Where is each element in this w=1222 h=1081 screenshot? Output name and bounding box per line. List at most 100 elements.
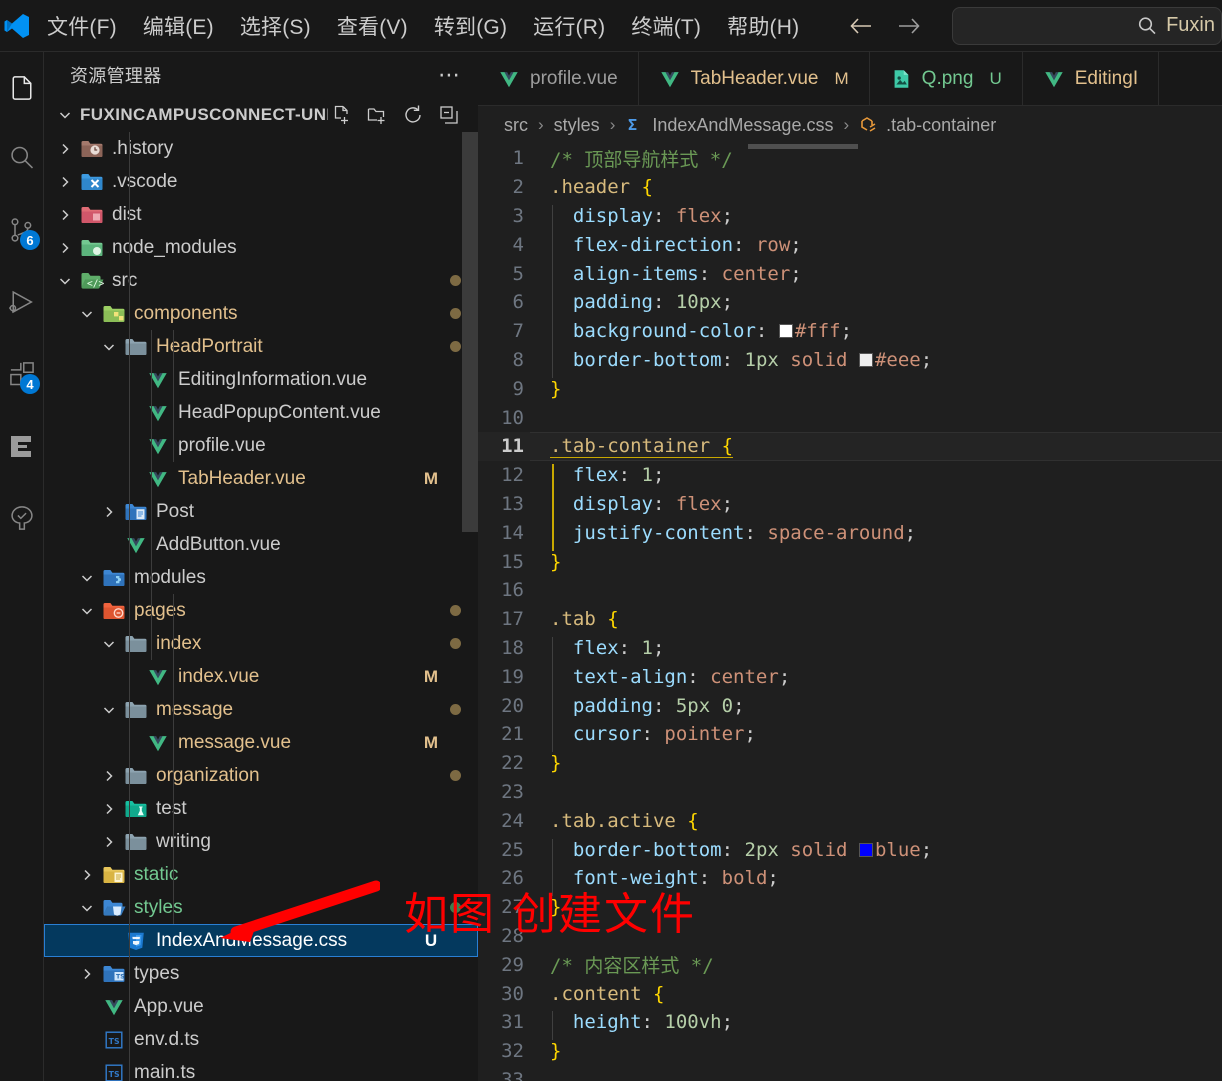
- chevron-right-icon[interactable]: [96, 504, 122, 520]
- menu-edit[interactable]: 编辑(E): [130, 5, 227, 47]
- editor-tab-label: TabHeader.vue: [690, 67, 819, 89]
- code-line: 22}: [478, 749, 1222, 778]
- editor-tab[interactable]: TabHeader.vue M: [638, 52, 870, 105]
- activity-item-extensions[interactable]: 4: [0, 346, 44, 402]
- code-line-text: /* 顶部导航样式 */: [550, 148, 733, 171]
- chevron-right-icon[interactable]: [96, 801, 122, 817]
- tree-folder-row[interactable]: static: [44, 858, 478, 891]
- tree-folder-row[interactable]: node_modules: [44, 231, 478, 264]
- menu-file[interactable]: 文件(F): [34, 5, 130, 47]
- tree-file-row[interactable]: HeadPopupContent.vue: [44, 396, 478, 429]
- folder-history-icon: [78, 138, 106, 160]
- collapse-all-icon[interactable]: [438, 104, 460, 126]
- activity-item-source-control[interactable]: 6: [0, 202, 44, 258]
- tree-folder-row[interactable]: </> src: [44, 264, 478, 297]
- activity-item-gitlens[interactable]: [0, 418, 44, 474]
- tree-item-label: profile.vue: [178, 434, 266, 456]
- arrow-left-icon[interactable]: [846, 11, 876, 41]
- chevron-right-icon[interactable]: [96, 768, 122, 784]
- breadcrumb-item-styles[interactable]: styles: [554, 115, 600, 136]
- tree-folder-row[interactable]: test: [44, 792, 478, 825]
- activity-item-testing[interactable]: [0, 490, 44, 546]
- chevron-right-icon[interactable]: [52, 174, 78, 190]
- activity-item-run-and-debug[interactable]: [0, 274, 44, 330]
- breadcrumb-item-src[interactable]: src: [504, 115, 528, 136]
- tree-item-label: index.vue: [178, 665, 260, 687]
- chevron-down-icon[interactable]: [74, 900, 100, 916]
- navigation-arrows: [846, 11, 924, 41]
- editor-tab[interactable]: profile.vue: [478, 52, 639, 105]
- chevron-right-icon[interactable]: [74, 966, 100, 982]
- menu-help[interactable]: 帮助(H): [714, 5, 812, 47]
- tree-folder-row[interactable]: message: [44, 693, 478, 726]
- tree-folder-row[interactable]: Post: [44, 495, 478, 528]
- menu-go[interactable]: 转到(G): [421, 5, 520, 47]
- tree-file-row[interactable]: message.vue M: [44, 726, 478, 759]
- tree-folder-row[interactable]: TS types: [44, 957, 478, 990]
- new-file-icon[interactable]: [330, 104, 352, 126]
- breadcrumb-label: IndexAndMessage.css: [652, 114, 834, 135]
- chevron-right-icon[interactable]: [52, 141, 78, 157]
- new-folder-icon[interactable]: [366, 104, 388, 126]
- chevron-down-icon[interactable]: [96, 636, 122, 652]
- tree-folder-row[interactable]: pages: [44, 594, 478, 627]
- chevron-down-icon[interactable]: [74, 603, 100, 619]
- editor-tab[interactable]: Q.png U: [869, 52, 1023, 105]
- chevron-right-icon[interactable]: [52, 240, 78, 256]
- chevron-right-icon[interactable]: [96, 834, 122, 850]
- chevron-down-icon[interactable]: [52, 273, 78, 289]
- tree-item-label: types: [134, 962, 180, 984]
- ellipsis-icon[interactable]: ⋯: [438, 64, 462, 86]
- code-line: 6 padding: 10px;: [478, 288, 1222, 321]
- tree-folder-row[interactable]: .history: [44, 132, 478, 165]
- editor-tab[interactable]: EditingI: [1022, 52, 1160, 105]
- arrow-right-icon[interactable]: [894, 11, 924, 41]
- tree-folder-row[interactable]: organization: [44, 759, 478, 792]
- menu-run[interactable]: 运行(R): [520, 5, 618, 47]
- tree-folder-row[interactable]: styles: [44, 891, 478, 924]
- tree-folder-row[interactable]: modules: [44, 561, 478, 594]
- tree-file-row[interactable]: EditingInformation.vue: [44, 363, 478, 396]
- breadcrumb-label: styles: [553, 114, 600, 135]
- tree-file-row[interactable]: App.vue: [44, 990, 478, 1023]
- tree-folder-row[interactable]: writing: [44, 825, 478, 858]
- sidebar-scrollbar[interactable]: [462, 132, 478, 532]
- tree-file-row[interactable]: index.vue M: [44, 660, 478, 693]
- command-center[interactable]: Fuxin: [952, 6, 1222, 45]
- menu-selection[interactable]: 选择(S): [227, 5, 324, 47]
- tree-item-label: index: [156, 632, 202, 654]
- refresh-icon[interactable]: [402, 104, 424, 126]
- menu-terminal[interactable]: 终端(T): [618, 5, 714, 47]
- chevron-down-icon[interactable]: [96, 702, 122, 718]
- tree-folder-row[interactable]: components: [44, 297, 478, 330]
- breadcrumb-item-file[interactable]: Σ IndexAndMessage.css: [625, 115, 833, 136]
- activity-item-search[interactable]: [0, 130, 44, 186]
- tree-file-row[interactable]: TabHeader.vue M: [44, 462, 478, 495]
- tree-item-label: writing: [156, 830, 211, 852]
- chevron-down-icon[interactable]: [96, 339, 122, 355]
- workspace-root-row[interactable]: FUXINCAMPUSCONNECT-UNI...: [44, 98, 478, 132]
- tree-file-row[interactable]: TS env.d.ts: [44, 1023, 478, 1056]
- chevron-down-icon[interactable]: [52, 102, 78, 128]
- line-number: 17: [501, 608, 524, 631]
- chevron-right-icon[interactable]: [52, 207, 78, 223]
- tree-folder-row[interactable]: dist: [44, 198, 478, 231]
- chevron-right-icon[interactable]: [74, 867, 100, 883]
- chevron-down-icon[interactable]: [74, 306, 100, 322]
- folder-node-icon: [78, 237, 106, 259]
- tree-file-row[interactable]: TS main.ts: [44, 1056, 478, 1081]
- tree-folder-row[interactable]: index: [44, 627, 478, 660]
- tree-file-row[interactable]: profile.vue: [44, 429, 478, 462]
- tree-file-row[interactable]: AddButton.vue: [44, 528, 478, 561]
- code-line: 21 cursor: pointer;: [478, 720, 1222, 753]
- tree-file-row[interactable]: IndexAndMessage.css U: [44, 924, 478, 957]
- code-editor[interactable]: 1/* 顶部导航样式 */2 .header {3 display: flex; 4…: [478, 144, 1222, 1081]
- tree-folder-row[interactable]: .vscode: [44, 165, 478, 198]
- menu-view[interactable]: 查看(V): [324, 5, 421, 47]
- activity-item-explorer[interactable]: [0, 60, 44, 116]
- tree-item-label: IndexAndMessage.css: [156, 929, 348, 951]
- chevron-down-icon[interactable]: [74, 570, 100, 586]
- breadcrumb-item-symbol[interactable]: .tab-container: [859, 115, 996, 136]
- tree-folder-row[interactable]: HeadPortrait: [44, 330, 478, 363]
- folder-components-icon: [100, 303, 128, 325]
